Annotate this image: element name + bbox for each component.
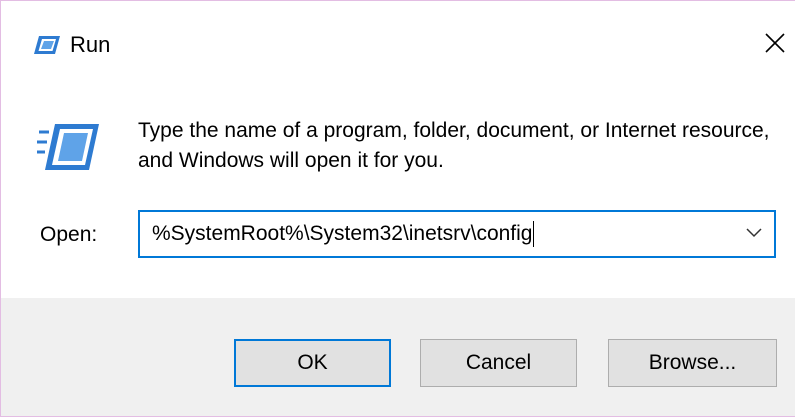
run-icon bbox=[33, 35, 61, 55]
open-input[interactable]: %SystemRoot%\System32\inetsrv\config bbox=[140, 214, 734, 254]
run-dialog: Run Type the name of a program, folder, … bbox=[0, 0, 795, 417]
open-input-value: %SystemRoot%\System32\inetsrv\config bbox=[152, 222, 533, 245]
open-combobox[interactable]: %SystemRoot%\System32\inetsrv\config bbox=[138, 210, 776, 258]
close-icon bbox=[764, 32, 786, 59]
ok-button[interactable]: OK bbox=[234, 339, 391, 387]
run-icon bbox=[36, 122, 101, 172]
browse-button[interactable]: Browse... bbox=[608, 339, 777, 387]
open-label: Open: bbox=[40, 223, 98, 246]
button-bar: OK Cancel Browse... bbox=[1, 298, 795, 416]
text-cursor bbox=[533, 221, 535, 247]
dialog-body: Type the name of a program, folder, docu… bbox=[1, 86, 795, 298]
window-title: Run bbox=[70, 32, 111, 57]
title-bar: Run bbox=[1, 1, 795, 86]
chevron-down-icon bbox=[746, 225, 762, 243]
cancel-button[interactable]: Cancel bbox=[420, 339, 577, 387]
dropdown-button[interactable] bbox=[734, 212, 774, 256]
description-text: Type the name of a program, folder, docu… bbox=[138, 119, 770, 172]
close-button[interactable] bbox=[755, 25, 795, 65]
